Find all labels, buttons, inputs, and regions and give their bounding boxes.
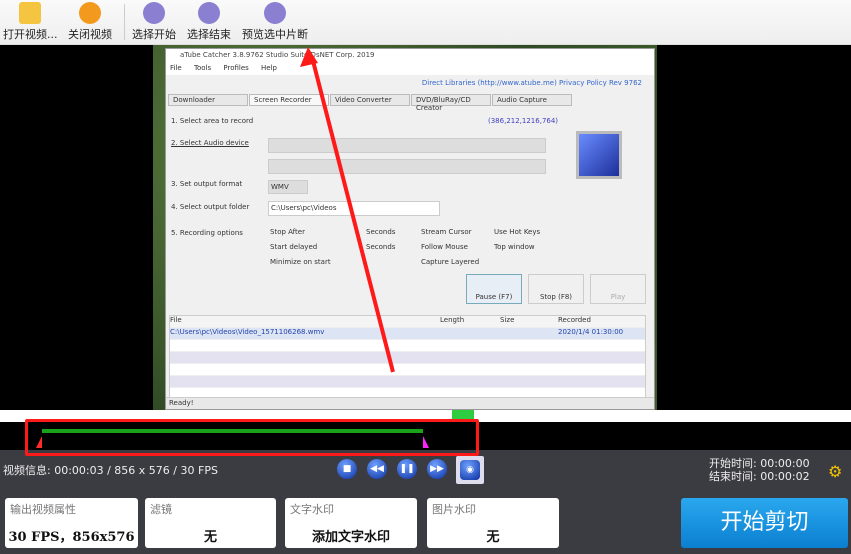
panel-label: 文字水印 bbox=[290, 503, 334, 516]
stop-button[interactable]: ■ bbox=[337, 459, 357, 479]
red-arrow-annotation bbox=[300, 47, 395, 373]
select-start-label: 选择开始 bbox=[132, 28, 176, 41]
panel-value: 添加文字水印 bbox=[311, 530, 390, 545]
video-preview[interactable]: aTube Catcher 3.8.9762 Studio Suite DsNE… bbox=[0, 45, 851, 410]
output-properties-panel[interactable]: 输出视频属性 30 FPS，856x576 bbox=[5, 498, 138, 548]
start-time: 开始时间: 00:00:00 bbox=[709, 457, 810, 470]
close-video-icon bbox=[79, 2, 101, 24]
pause-button[interactable]: ❚❚ bbox=[397, 459, 417, 479]
divider bbox=[124, 4, 125, 40]
snapshot-button[interactable]: ◉ bbox=[456, 456, 484, 484]
select-end-label: 选择结束 bbox=[187, 28, 231, 41]
close-label: 关闭视频 bbox=[68, 28, 112, 41]
preview-button[interactable]: 预览选中片断 bbox=[242, 2, 308, 42]
panel-value: 无 bbox=[486, 530, 500, 545]
camera-icon: ◉ bbox=[460, 460, 480, 480]
toolbar: 打开视频... 关闭视频 选择开始 选择结束 预览选中片断 bbox=[0, 0, 851, 45]
open-label: 打开视频... bbox=[3, 28, 58, 41]
image-watermark-panel[interactable]: 图片水印无 bbox=[427, 498, 559, 548]
play-preview-icon bbox=[264, 2, 286, 24]
select-end-button[interactable]: 选择结束 bbox=[187, 2, 231, 42]
filter-panel[interactable]: 滤镜无 bbox=[145, 498, 276, 548]
folder-open-icon bbox=[19, 2, 42, 24]
bracket-right-icon bbox=[198, 2, 220, 24]
panel-value: 无 bbox=[203, 530, 217, 545]
video-info: 视频信息: 00:00:03 / 856 x 576 / 30 FPS bbox=[3, 464, 218, 477]
rewind-button[interactable]: ◀◀ bbox=[367, 459, 387, 479]
preview-label: 预览选中片断 bbox=[242, 28, 308, 41]
fast-forward-button[interactable]: ▶▶ bbox=[427, 459, 447, 479]
start-cut-button[interactable]: 开始剪切 bbox=[681, 498, 848, 548]
panel-label: 图片水印 bbox=[432, 503, 476, 516]
bracket-left-icon bbox=[143, 2, 165, 24]
gear-icon[interactable]: ⚙ bbox=[828, 462, 842, 481]
select-start-button[interactable]: 选择开始 bbox=[132, 2, 176, 42]
time-range: 开始时间: 00:00:00 结束时间: 00:00:02 bbox=[709, 457, 810, 483]
panel-label: 输出视频属性 bbox=[10, 503, 76, 516]
panel-label: 滤镜 bbox=[150, 503, 172, 516]
text-watermark-panel[interactable]: 文字水印添加文字水印 bbox=[285, 498, 417, 548]
highlight-box-annotation bbox=[25, 419, 479, 456]
open-video-button[interactable]: 打开视频... bbox=[3, 2, 58, 42]
end-time: 结束时间: 00:00:02 bbox=[709, 470, 810, 483]
close-video-button[interactable]: 关闭视频 bbox=[68, 2, 112, 42]
panel-value: 30 FPS，856x576 bbox=[8, 530, 135, 545]
